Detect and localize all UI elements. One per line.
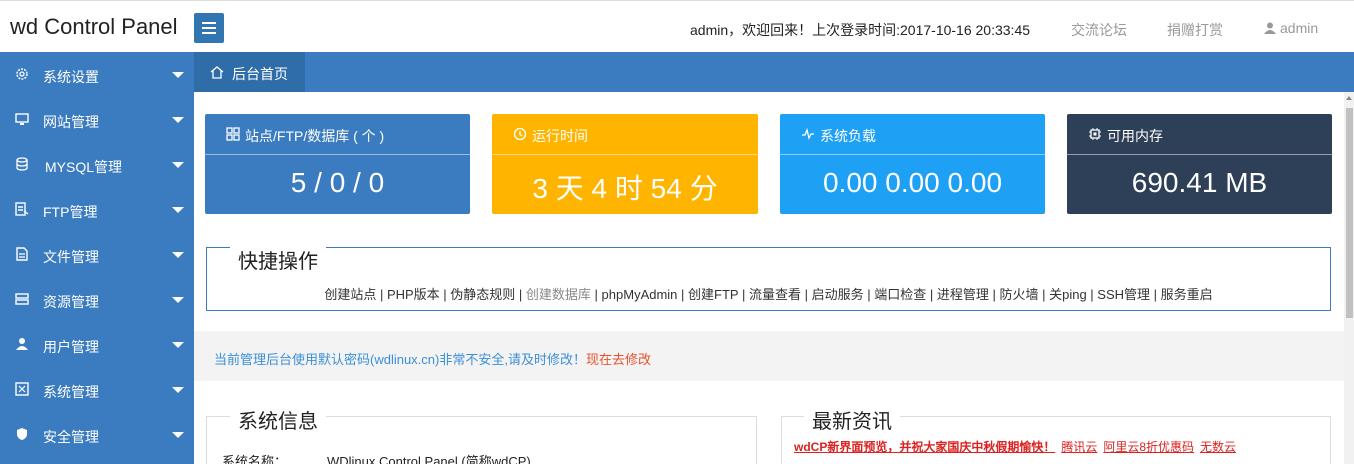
sidebar-item-system-settings[interactable]: 系统设置: [0, 52, 194, 97]
sidebar-item-system-admin[interactable]: 系统管理: [0, 367, 194, 412]
breadcrumb-label: 后台首页: [232, 66, 288, 82]
news-link[interactable]: 腾讯云: [1061, 440, 1097, 454]
quick-link-phpmyadmin[interactable]: phpMyAdmin: [602, 287, 678, 302]
quick-link-restart-service[interactable]: 服务重启: [1161, 287, 1213, 302]
database-icon: [16, 157, 28, 171]
sidebar-item-files[interactable]: 文件管理: [0, 232, 194, 277]
breadcrumb[interactable]: 后台首页: [194, 52, 305, 92]
stat-value: 5 / 0 / 0: [290, 167, 385, 198]
chip-icon: [1089, 128, 1101, 140]
news-link[interactable]: wdCP新界面预览，并祝大家国庆中秋假期愉快！: [794, 440, 1055, 454]
caret-down-icon: [172, 342, 184, 348]
caret-down-icon: [172, 117, 184, 123]
sidebar-item-label: 资源管理: [43, 294, 99, 310]
top-header: wd Control Panel admin，欢迎回来！上次登录时间:2017-…: [0, 0, 1354, 52]
ftp-icon: [15, 202, 29, 216]
stat-title: 系统负载: [820, 128, 876, 144]
quick-link-create-site[interactable]: 创建站点: [324, 287, 376, 302]
sidebar-item-websites[interactable]: 网站管理: [0, 97, 194, 142]
caret-down-icon: [172, 432, 184, 438]
sidebar-item-label: 文件管理: [43, 249, 99, 265]
stat-title: 站点/FTP/数据库 ( 个 ): [245, 128, 385, 144]
sidebar-item-security[interactable]: 安全管理: [0, 412, 194, 457]
quick-link-ssh[interactable]: SSH管理: [1097, 287, 1150, 302]
quick-link-rewrite-rules[interactable]: 伪静态规则: [450, 287, 515, 302]
monitor-icon: [15, 113, 29, 125]
warning-text: 当前管理后台使用默认密码(wdlinux.cn)非常不安全,请及时修改！: [214, 352, 586, 367]
sidebar-item-label: MYSQL管理: [45, 159, 123, 175]
stat-value: 690.41 MB: [1131, 167, 1268, 198]
sidebar: 系统设置 网站管理 MYSQL管理 FTP管理 文件管理 资源管理 用户管理 系…: [0, 52, 194, 464]
quick-actions-title: 快捷操作: [230, 245, 326, 274]
stat-card-sites: 站点/FTP/数据库 ( 个 ) 5 / 0 / 0: [205, 114, 470, 214]
news-link[interactable]: 阿里云8折优惠码: [1103, 440, 1194, 454]
pulse-icon: [802, 127, 814, 140]
menu-toggle-button[interactable]: [194, 13, 224, 43]
quick-link-create-database[interactable]: 创建数据库: [526, 287, 591, 302]
quick-link-create-ftp[interactable]: 创建FTP: [688, 287, 738, 302]
quick-link-processes[interactable]: 进程管理: [937, 287, 989, 302]
sidebar-item-users[interactable]: 用户管理: [0, 322, 194, 367]
brand-title[interactable]: wd Control Panel: [10, 14, 178, 40]
file-icon: [16, 247, 28, 261]
quick-link-firewall[interactable]: 防火墙: [999, 287, 1038, 302]
system-name-value: WDlinux Control Panel (简称wdCP): [327, 454, 531, 464]
sidebar-item-label: 网站管理: [43, 114, 99, 130]
sidebar-item-resources[interactable]: 资源管理: [0, 277, 194, 322]
system-info-title: 系统信息: [230, 405, 326, 434]
hamburger-icon: [202, 22, 216, 24]
stat-card-uptime: 运行时间 3 天 4 时 54 分: [492, 114, 758, 214]
forum-link[interactable]: 交流论坛: [1071, 20, 1127, 40]
scrollbar-thumb[interactable]: [1346, 108, 1353, 318]
server-icon: [15, 293, 29, 305]
news-list: wdCP新界面预览，并祝大家国庆中秋假期愉快！ 腾讯云 阿里云8折优惠码 无数云: [794, 438, 1242, 455]
welcome-text: admin，欢迎回来！上次登录时间:2017-10-16 20:33:45: [690, 22, 1031, 38]
scroll-up-arrow-icon[interactable]: [1346, 96, 1352, 100]
sidebar-item-label: 用户管理: [43, 339, 99, 355]
change-password-link[interactable]: 现在去修改: [586, 352, 651, 367]
news-link[interactable]: 无数云: [1200, 440, 1236, 454]
caret-down-icon: [172, 252, 184, 258]
stat-value: 0.00 0.00 0.00: [822, 167, 1003, 198]
sidebar-item-ftp[interactable]: FTP管理: [0, 187, 194, 232]
sidebar-item-label: 安全管理: [43, 429, 99, 445]
caret-down-icon: [172, 162, 184, 168]
caret-down-icon: [172, 297, 184, 303]
stat-card-load: 系统负载 0.00 0.00 0.00: [780, 114, 1045, 214]
clock-icon: [513, 127, 527, 141]
quick-link-start-service[interactable]: 启动服务: [812, 287, 864, 302]
caret-down-icon: [172, 207, 184, 213]
sidebar-item-label: 系统设置: [43, 69, 99, 85]
gear-icon: [16, 68, 28, 80]
caret-down-icon: [172, 72, 184, 78]
sidebar-item-mysql[interactable]: MYSQL管理: [0, 142, 194, 187]
stat-title: 运行时间: [532, 128, 588, 144]
grid-icon: [226, 127, 240, 141]
password-warning: 当前管理后台使用默认密码(wdlinux.cn)非常不安全,请及时修改！现在去修…: [214, 349, 651, 368]
caret-down-icon: [172, 387, 184, 393]
news-title: 最新资讯: [804, 405, 900, 434]
user-name: admin: [1280, 20, 1319, 36]
quick-link-traffic[interactable]: 流量查看: [749, 287, 801, 302]
donate-link[interactable]: 捐赠打赏: [1167, 20, 1223, 40]
stat-card-memory: 可用内存 690.41 MB: [1067, 114, 1332, 214]
quick-link-port-check[interactable]: 端口检查: [874, 287, 926, 302]
user-icon: [16, 338, 28, 350]
system-name-label: 系统名称：: [222, 454, 288, 464]
sidebar-item-label: 系统管理: [43, 384, 99, 400]
user-icon: [1264, 22, 1276, 34]
quick-link-php-version[interactable]: PHP版本: [387, 287, 440, 302]
user-menu[interactable]: admin: [1264, 20, 1318, 36]
breadcrumb-bar: 后台首页: [194, 52, 1354, 92]
home-icon: [210, 66, 224, 79]
sidebar-item-label: FTP管理: [43, 204, 98, 220]
quick-actions-links: 创建站点 | PHP版本 | 伪静态规则 | 创建数据库 | phpMyAdmi…: [324, 287, 1213, 302]
shield-icon: [17, 428, 27, 440]
quick-link-disable-ping[interactable]: 关ping: [1049, 287, 1087, 302]
stat-title: 可用内存: [1107, 128, 1163, 144]
system-icon: [15, 382, 29, 396]
stat-value: 3 天 4 时 54 分: [532, 173, 718, 204]
